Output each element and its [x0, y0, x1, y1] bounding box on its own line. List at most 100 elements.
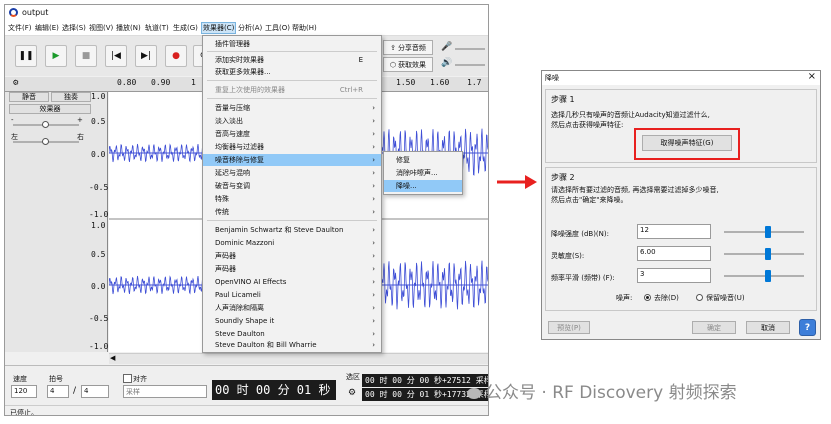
- menu-item-plugin-manager[interactable]: 插件管理器: [203, 38, 381, 50]
- menu-item-distortion[interactable]: 破音与变调 ›: [203, 180, 381, 192]
- submenu-item-click-removal[interactable]: 消除咔嚓声...: [384, 167, 462, 179]
- noise-reduction-db-thumb[interactable]: [765, 226, 771, 238]
- effects-icon: ⬡: [389, 60, 397, 69]
- record-button[interactable]: ●: [165, 45, 187, 67]
- pan-slider-knob[interactable]: [42, 138, 49, 145]
- menu-item-delay-reverb[interactable]: 延迟与混响 ›: [203, 167, 381, 179]
- selection-gear-icon[interactable]: ⚙: [348, 388, 356, 398]
- play-button[interactable]: ▶: [45, 45, 67, 67]
- noise-submenu: 修复 消除咔嚓声... 降噪...: [383, 151, 463, 195]
- menu-view[interactable]: 视图(V): [89, 23, 113, 33]
- status-text: 已停止。: [10, 409, 38, 416]
- menu-play[interactable]: 播放(N): [116, 23, 141, 33]
- menu-tools[interactable]: 工具(O): [265, 23, 290, 33]
- skip-start-button[interactable]: |◀: [105, 45, 127, 67]
- scroll-left-icon[interactable]: ◀: [110, 354, 115, 362]
- snap-checkbox[interactable]: [123, 374, 132, 383]
- window-title: output: [22, 8, 49, 17]
- menu-item-vendor[interactable]: Steve Daulton 和 Bill Wharrie ›: [203, 339, 381, 351]
- menu-item-legacy[interactable]: 传统 ›: [203, 206, 381, 218]
- chevron-right-icon: ›: [372, 265, 375, 273]
- preview-button[interactable]: 预览(P): [548, 321, 590, 334]
- noise-reduction-db-slider[interactable]: [724, 231, 804, 233]
- app-logo-icon: [9, 8, 18, 17]
- get-noise-profile-button[interactable]: 取得噪声特征(G): [642, 135, 732, 151]
- upload-icon: ⇪: [390, 43, 396, 52]
- track-effects-button[interactable]: 效果器: [9, 104, 91, 114]
- gain-slider-knob[interactable]: [42, 121, 49, 128]
- menu-item-add-realtime[interactable]: 添加实时效果器 E: [203, 54, 381, 66]
- menu-item-noise-removal[interactable]: 噪音移除与修复 ›: [203, 154, 381, 166]
- sensitivity-slider[interactable]: [724, 253, 804, 255]
- menu-item-eq-filters[interactable]: 均衡器与过滤器 ›: [203, 141, 381, 153]
- residue-option-label: 保留噪音(U): [706, 294, 745, 302]
- chevron-right-icon: ›: [372, 117, 375, 125]
- menu-file[interactable]: 文件(F): [8, 23, 32, 33]
- sensitivity-input[interactable]: 6.00: [637, 246, 711, 261]
- ok-button[interactable]: 确定: [692, 321, 736, 334]
- menu-edit[interactable]: 编辑(E): [35, 23, 59, 33]
- chevron-right-icon: ›: [372, 304, 375, 312]
- menu-tracks[interactable]: 轨道(T): [145, 23, 169, 33]
- menu-analyze[interactable]: 分析(A): [238, 23, 262, 33]
- playback-volume-slider[interactable]: [455, 64, 485, 66]
- menu-item-get-more[interactable]: 获取更多效果器...: [203, 66, 381, 78]
- menu-select[interactable]: 选择(S): [62, 23, 86, 33]
- gear-icon[interactable]: ⚙: [13, 78, 18, 88]
- menu-item-vendor[interactable]: Dominic Mazzoni ›: [203, 237, 381, 249]
- close-icon[interactable]: ×: [808, 71, 816, 82]
- skip-end-button[interactable]: ▶|: [135, 45, 157, 67]
- time-display[interactable]: 00 时 00 分 01 秒: [212, 380, 336, 400]
- beat-numerator-input[interactable]: 4: [47, 385, 69, 398]
- get-effects-button[interactable]: ⬡ 获取效果: [383, 57, 433, 72]
- frequency-smoothing-thumb[interactable]: [765, 270, 771, 282]
- menu-item-special[interactable]: 特殊 ›: [203, 193, 381, 205]
- menu-item-vendor[interactable]: Soundly Shape it ›: [203, 315, 381, 327]
- sensitivity-thumb[interactable]: [765, 248, 771, 260]
- mute-button[interactable]: 静音: [9, 92, 49, 102]
- menu-bar: 文件(F) 编辑(E) 选择(S) 视图(V) 播放(N) 轨道(T) 生成(G…: [5, 21, 488, 36]
- timeline-tick: 0.90: [151, 78, 171, 87]
- submenu-item-noise-reduction[interactable]: 降噪...: [384, 180, 462, 192]
- pause-button[interactable]: ❚❚: [15, 45, 37, 67]
- play-icon: ▶: [52, 51, 60, 61]
- menu-item-vendor[interactable]: Benjamin Schwartz 和 Steve Daulton ›: [203, 224, 381, 236]
- chevron-right-icon: ›: [372, 130, 375, 138]
- menu-separator: [207, 51, 377, 52]
- horizontal-scrollbar[interactable]: ◀: [109, 353, 488, 364]
- menu-item-volume-compression[interactable]: 音量与压缩 ›: [203, 102, 381, 114]
- menu-generate[interactable]: 生成(G): [173, 23, 198, 33]
- menu-effects[interactable]: 效果器(C): [201, 22, 237, 34]
- frequency-smoothing-input[interactable]: 3: [637, 268, 711, 283]
- cancel-button[interactable]: 取消: [746, 321, 790, 334]
- menu-item-vendor[interactable]: OpenVINO AI Effects ›: [203, 276, 381, 288]
- help-button[interactable]: ?: [799, 319, 816, 336]
- submenu-item-repair[interactable]: 修复: [384, 154, 462, 166]
- chevron-right-icon: ›: [372, 195, 375, 203]
- menu-item-vendor[interactable]: 人声消除和隔离 ›: [203, 302, 381, 314]
- timeline-tick: 1.60: [430, 78, 450, 87]
- menu-item-fade[interactable]: 淡入淡出 ›: [203, 115, 381, 127]
- menu-item-vendor[interactable]: 声码器 ›: [203, 263, 381, 275]
- rate-input[interactable]: 120: [11, 385, 37, 398]
- noise-reduction-db-label: 降噪强度 (dB)(N):: [551, 230, 609, 238]
- stop-icon: ■: [81, 51, 91, 61]
- menu-item-vendor[interactable]: 声码器 ›: [203, 250, 381, 262]
- share-audio-button[interactable]: ⇪ 分享音频: [383, 40, 433, 55]
- record-volume-slider[interactable]: [455, 48, 485, 50]
- snap-select[interactable]: 采样: [123, 385, 207, 398]
- menu-item-repeat-last[interactable]: 重复上次使用的效果器 Ctrl+R: [203, 84, 381, 96]
- selection-label: 选区: [346, 373, 360, 381]
- stop-button[interactable]: ■: [75, 45, 97, 67]
- residue-radio[interactable]: [696, 294, 703, 301]
- noise-reduction-db-input[interactable]: 12: [637, 224, 711, 239]
- menu-item-vendor[interactable]: Paul Licameli ›: [203, 289, 381, 301]
- beat-denominator-select[interactable]: 4: [81, 385, 109, 398]
- frequency-smoothing-slider[interactable]: [724, 275, 804, 277]
- menu-help[interactable]: 帮助(H): [292, 23, 317, 33]
- solo-button[interactable]: 独奏: [51, 92, 91, 102]
- arrow-right-icon: [497, 175, 537, 189]
- amp-label: -1.0: [89, 342, 109, 351]
- menu-item-pitch-tempo[interactable]: 音高与速度 ›: [203, 128, 381, 140]
- remove-radio[interactable]: [644, 294, 651, 301]
